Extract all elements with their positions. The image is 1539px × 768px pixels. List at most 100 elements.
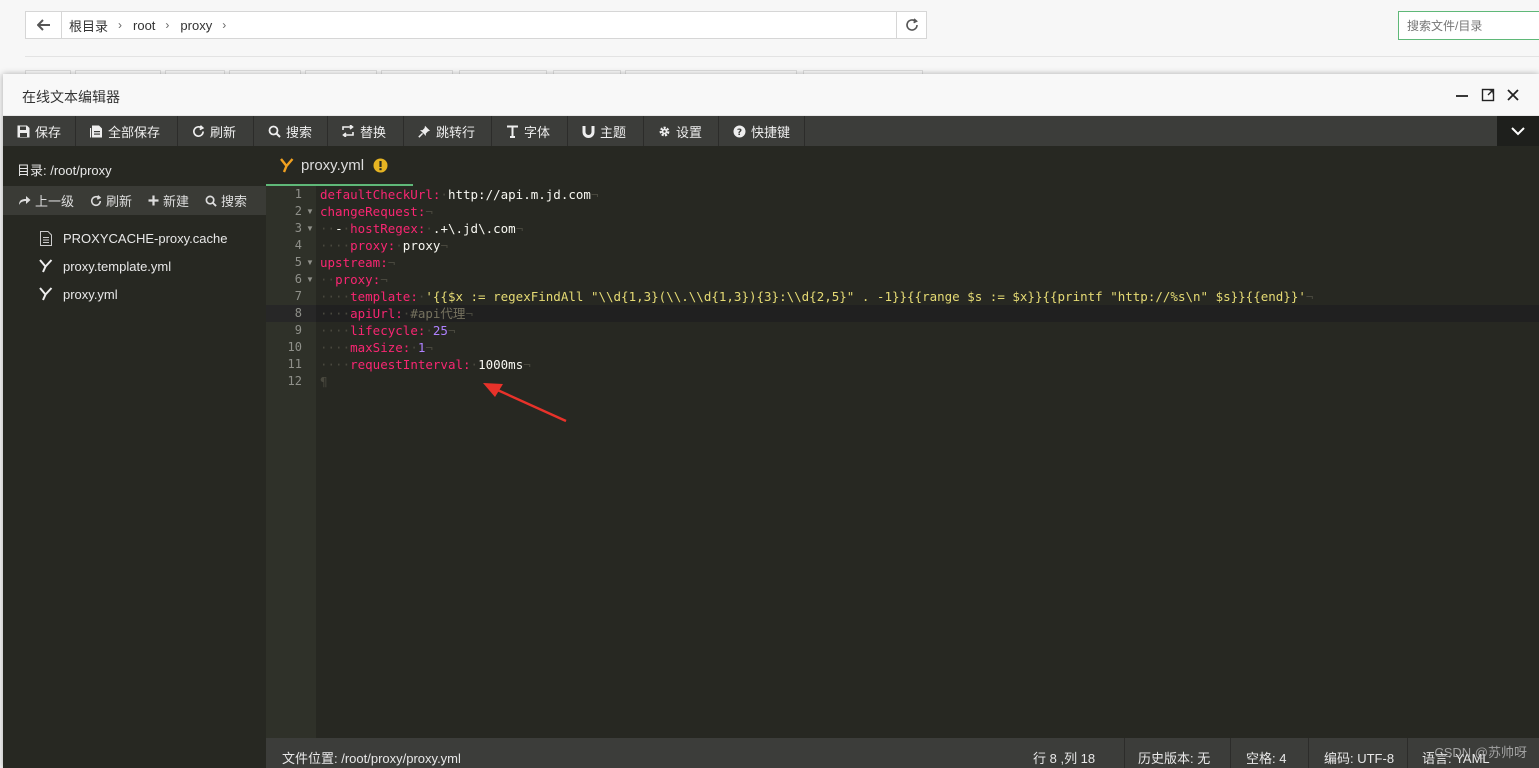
pin-icon (417, 124, 431, 138)
theme-button[interactable]: 主题 (568, 116, 644, 146)
sidebar-search-button[interactable]: 搜索 (205, 191, 247, 210)
code-line-2: changeRequest:¬ (320, 204, 433, 219)
breadcrumb: 根目录 › root › proxy › (62, 11, 897, 39)
fold-toggle-icon[interactable]: ▼ (306, 220, 314, 237)
file-search-input[interactable] (1398, 11, 1539, 40)
file-list: PROXYCACHE-proxy.cache proxy.template.ym… (3, 224, 266, 308)
cursor-position[interactable]: 行 8 ,列 18 (1033, 748, 1095, 767)
magnet-icon (581, 124, 595, 138)
refresh-path-button[interactable] (896, 11, 927, 39)
svg-text:?: ? (736, 128, 741, 138)
editor-tabbar: proxy.yml (266, 146, 1539, 187)
active-line-highlight (316, 305, 1539, 322)
current-directory: 目录: /root/proxy (17, 163, 112, 178)
file-manager-topbar: 根目录 › root › proxy › (0, 0, 1539, 75)
refresh-label: 刷新 (210, 124, 237, 140)
line-number: 1 (294, 187, 302, 201)
refresh-button[interactable]: 刷新 (178, 116, 254, 146)
refresh-icon (191, 124, 205, 138)
unsaved-warning-icon[interactable] (373, 158, 388, 173)
maximize-icon (1481, 88, 1495, 102)
replace-label: 替换 (360, 124, 387, 140)
save-label: 保存 (35, 124, 62, 140)
code-line-10: ····maxSize:·1¬ (320, 340, 433, 355)
gear-icon (657, 124, 671, 138)
sidebar-refresh-label: 刷新 (106, 194, 133, 209)
breadcrumb-label: 根目录 (69, 18, 109, 34)
file-name: PROXYCACHE-proxy.cache (63, 230, 228, 246)
sidebar-refresh-button[interactable]: 刷新 (90, 191, 132, 210)
file-item-proxycache[interactable]: PROXYCACHE-proxy.cache (3, 224, 266, 252)
minimize-icon (1456, 95, 1468, 97)
line-number: 7 (294, 289, 302, 303)
file-item-proxy-template[interactable]: proxy.template.yml (3, 252, 266, 280)
save-button[interactable]: 保存 (3, 116, 76, 146)
minimize-button[interactable] (1453, 86, 1471, 104)
window-titlebar: 在线文本编辑器 (3, 74, 1539, 116)
breadcrumb-label: root (133, 17, 156, 33)
font-label: 字体 (524, 124, 551, 140)
indent-setting[interactable]: 空格: 4 (1246, 748, 1286, 767)
fold-toggle-icon[interactable]: ▼ (306, 203, 314, 220)
yaml-icon (280, 157, 294, 173)
search-icon (205, 195, 217, 207)
fold-toggle-icon[interactable]: ▼ (306, 271, 314, 288)
goto-line-button[interactable]: 跳转行 (404, 116, 492, 146)
chevron-right-icon: › (118, 18, 123, 32)
replace-button[interactable]: 替换 (328, 116, 404, 146)
new-file-button[interactable]: 新建 (148, 191, 189, 210)
red-annotation-arrow-icon (483, 383, 567, 423)
yaml-icon (38, 258, 54, 274)
goto-line-label: 跳转行 (436, 124, 476, 140)
theme-label: 主题 (600, 124, 627, 140)
save-icon (16, 124, 30, 138)
save-all-icon (89, 124, 103, 138)
shortcuts-button[interactable]: ? 快捷键 (719, 116, 805, 146)
parent-dir-label: 上一级 (35, 194, 75, 209)
line-number: 8 (294, 306, 302, 320)
history-version[interactable]: 历史版本: 无 (1138, 748, 1210, 767)
maximize-button[interactable] (1479, 86, 1497, 104)
code-editor[interactable]: defaultCheckUrl:·http://api.m.jd.com¬ ch… (316, 186, 1539, 738)
line-number: 2 (294, 204, 302, 218)
toolbar-collapse-button[interactable] (1497, 116, 1539, 146)
code-line-6: ··proxy:¬ (320, 272, 388, 287)
tab-proxy-yml[interactable]: proxy.yml (266, 146, 413, 186)
parent-dir-button[interactable]: 上一级 (18, 191, 74, 210)
divider (25, 56, 1539, 57)
divider (1230, 738, 1231, 768)
settings-button[interactable]: 设置 (644, 116, 719, 146)
file-name: proxy.template.yml (63, 258, 172, 274)
search-label: 搜索 (286, 124, 313, 140)
divider (1407, 738, 1408, 768)
code-line-7: ····template:·'{{$x := regexFindAll "\\d… (320, 289, 1314, 304)
line-number: 12 (287, 374, 302, 388)
watermark: CSDN @苏帅呀 (1434, 745, 1527, 760)
breadcrumb-item-proxy[interactable]: proxy › (173, 18, 230, 33)
close-button[interactable] (1504, 86, 1522, 104)
code-line-12: ¶ (320, 374, 328, 389)
back-button[interactable] (25, 11, 62, 39)
editor-statusbar: 文件位置: /root/proxy/proxy.yml 行 8 ,列 18 历史… (266, 738, 1539, 768)
text-editor-window: 在线文本编辑器 保存 全部保存 刷新 搜索 替换 跳转行 字体 主题 设置 ? … (3, 74, 1539, 768)
breadcrumb-item-root[interactable]: root › (126, 18, 173, 33)
refresh-icon (905, 18, 918, 31)
code-line-5: upstream:¬ (320, 255, 396, 270)
fold-toggle-icon[interactable]: ▼ (306, 254, 314, 271)
code-line-9: ····lifecycle:·25¬ (320, 323, 456, 338)
search-button[interactable]: 搜索 (254, 116, 328, 146)
question-icon: ? (732, 124, 746, 138)
settings-label: 设置 (676, 124, 703, 140)
encoding-setting[interactable]: 编码: UTF-8 (1324, 748, 1394, 767)
font-button[interactable]: 字体 (492, 116, 568, 146)
search-icon (267, 124, 281, 138)
font-icon (505, 124, 519, 138)
save-all-button[interactable]: 全部保存 (76, 116, 178, 146)
file-item-proxy-yml[interactable]: proxy.yml (3, 280, 266, 308)
line-number: 9 (294, 323, 302, 337)
line-number: 3 (294, 221, 302, 235)
line-number: 5 (294, 255, 302, 269)
tab-name: proxy.yml (301, 156, 365, 174)
refresh-icon (90, 194, 102, 207)
breadcrumb-item-root-dir[interactable]: 根目录 › (62, 16, 126, 35)
